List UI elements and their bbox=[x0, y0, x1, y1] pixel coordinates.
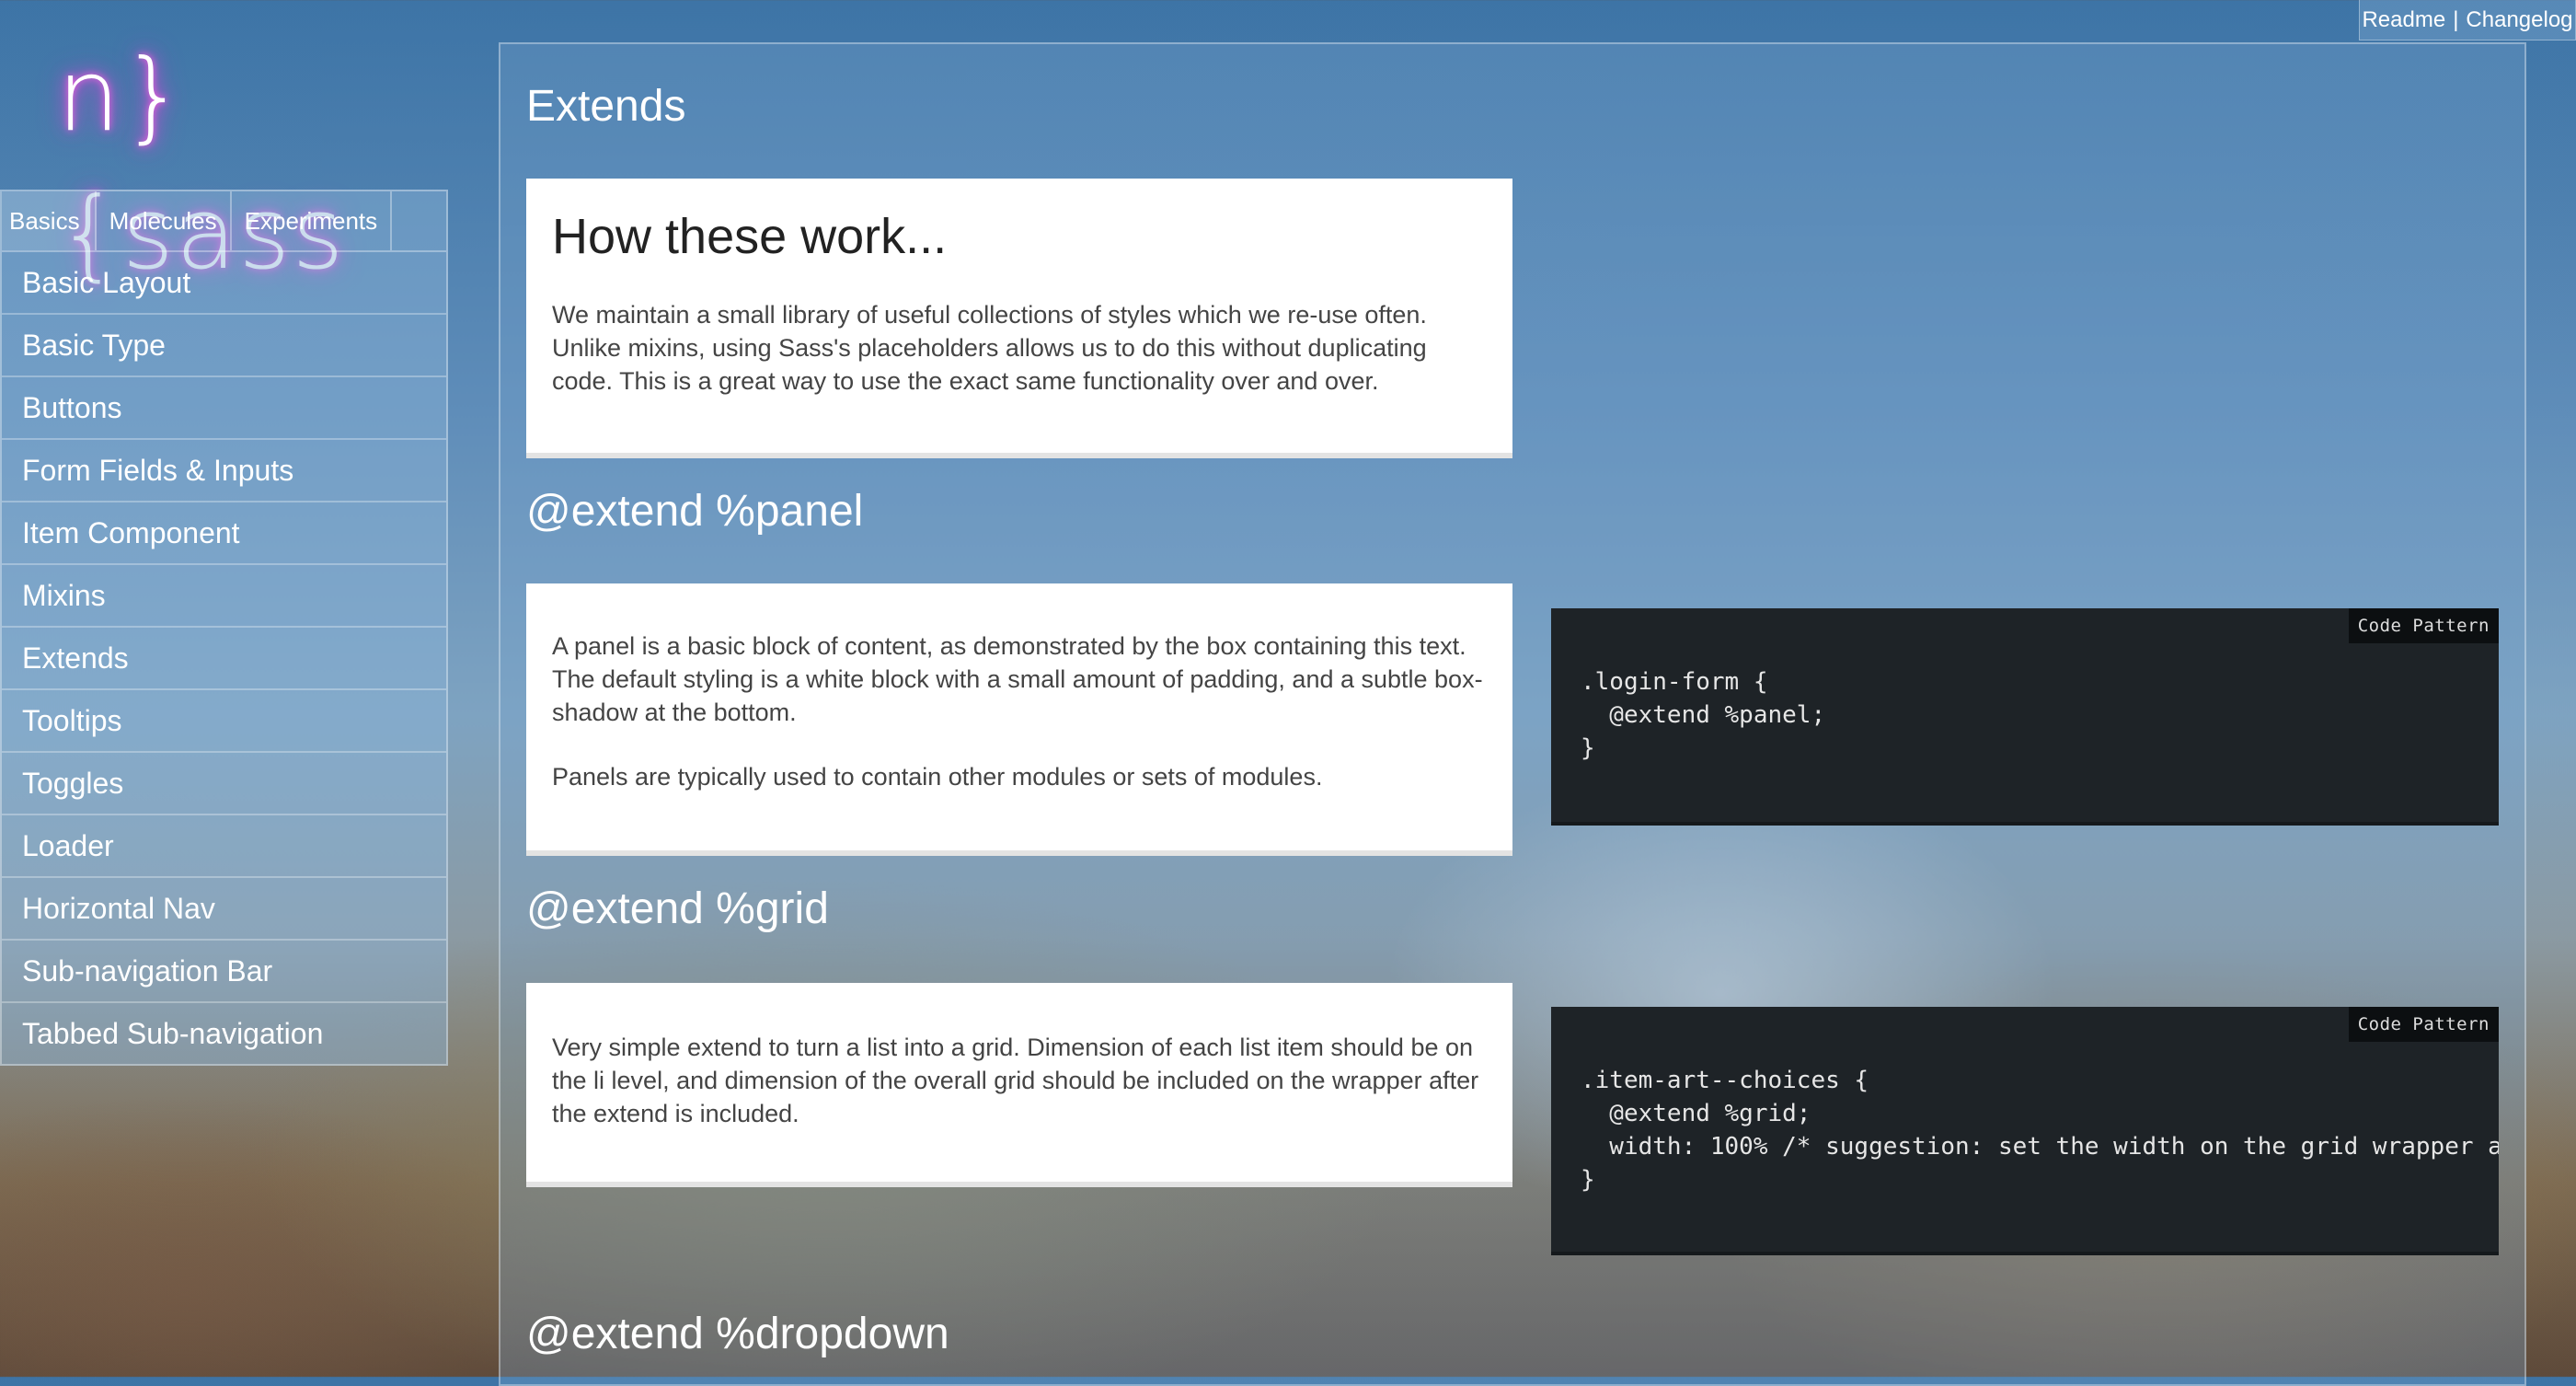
page-title: Extends bbox=[526, 82, 686, 131]
sidebar-item-toggles[interactable]: Toggles bbox=[2, 753, 446, 815]
readme-link[interactable]: Readme bbox=[2362, 7, 2445, 33]
tab-basics[interactable]: Basics bbox=[2, 191, 97, 250]
code-pattern-grid: Code Pattern .item-art--choices { @exten… bbox=[1551, 1007, 2499, 1255]
grid-description: Very simple extend to turn a list into a… bbox=[552, 1034, 1479, 1127]
code-block: .item-art--choices { @extend %grid; widt… bbox=[1581, 1067, 2499, 1194]
grid-panel: Very simple extend to turn a list into a… bbox=[526, 983, 1512, 1187]
tab-experiments[interactable]: Experiments bbox=[232, 191, 393, 250]
sidebar-item-basic-type[interactable]: Basic Type bbox=[2, 315, 446, 377]
logo[interactable]: n}{sass bbox=[57, 28, 370, 292]
intro-text: We maintain a small library of useful co… bbox=[552, 301, 1427, 395]
top-links: Readme | Changelog bbox=[2359, 0, 2576, 40]
sidebar-item-loader[interactable]: Loader bbox=[2, 815, 446, 878]
sidebar-item-mixins[interactable]: Mixins bbox=[2, 565, 446, 628]
tab-molecules[interactable]: Molecules bbox=[97, 191, 232, 250]
sidebar-item-tabbed-sub-navigation[interactable]: Tabbed Sub-navigation bbox=[2, 1003, 446, 1064]
section-title-panel: @extend %panel bbox=[526, 487, 864, 536]
panel-description: A panel is a basic block of content, as … bbox=[552, 632, 1483, 726]
sidebar-item-item-component[interactable]: Item Component bbox=[2, 502, 446, 565]
sidebar-item-horizontal-nav[interactable]: Horizontal Nav bbox=[2, 878, 446, 941]
section-title-dropdown: @extend %dropdown bbox=[526, 1310, 949, 1358]
code-pattern-panel: Code Pattern .login-form { @extend %pane… bbox=[1551, 608, 2499, 826]
code-pattern-badge: Code Pattern bbox=[2348, 608, 2499, 643]
panel-example: A panel is a basic block of content, as … bbox=[526, 583, 1512, 856]
code-pattern-badge: Code Pattern bbox=[2348, 1007, 2499, 1042]
intro-panel: How these work... We maintain a small li… bbox=[526, 179, 1512, 458]
intro-heading: How these work... bbox=[552, 209, 948, 264]
panel-note: Panels are typically used to contain oth… bbox=[552, 763, 1323, 791]
sidebar-item-buttons[interactable]: Buttons bbox=[2, 377, 446, 440]
sidebar-item-form-fields[interactable]: Form Fields & Inputs bbox=[2, 440, 446, 502]
link-separator: | bbox=[2453, 6, 2459, 32]
sidebar-item-basic-layout[interactable]: Basic Layout bbox=[2, 252, 446, 315]
changelog-link[interactable]: Changelog bbox=[2466, 7, 2572, 33]
sidebar-tabs: Basics Molecules Experiments bbox=[2, 191, 446, 252]
sidebar: Basics Molecules Experiments Basic Layou… bbox=[0, 190, 448, 1066]
sidebar-item-sub-navigation-bar[interactable]: Sub-navigation Bar bbox=[2, 941, 446, 1003]
code-block: .login-form { @extend %panel; } bbox=[1581, 668, 1826, 762]
section-title-grid: @extend %grid bbox=[526, 884, 829, 933]
sidebar-item-tooltips[interactable]: Tooltips bbox=[2, 690, 446, 753]
sidebar-item-extends[interactable]: Extends bbox=[2, 628, 446, 690]
